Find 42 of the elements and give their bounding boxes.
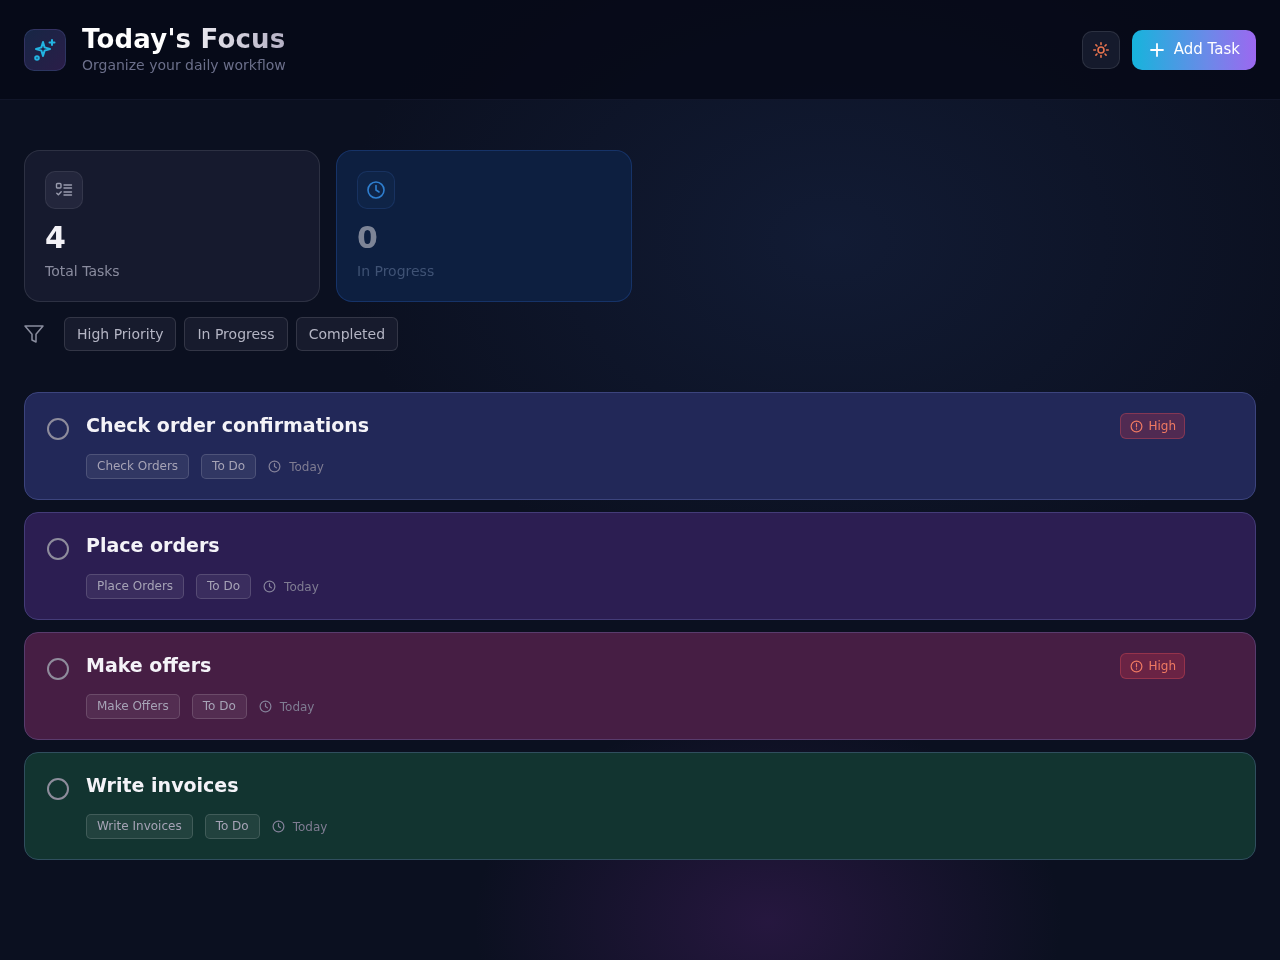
filter-button[interactable]: High Priority xyxy=(64,317,177,351)
filter-icon xyxy=(24,324,44,344)
clock-icon xyxy=(268,460,282,473)
task-title: Check order confirmations xyxy=(86,413,371,438)
clock-icon xyxy=(263,580,277,593)
checklist-icon xyxy=(45,171,83,209)
task-title: Place orders xyxy=(86,533,221,558)
task-checkbox[interactable] xyxy=(47,778,69,800)
due-date: Today xyxy=(279,698,315,716)
priority-text: High xyxy=(1148,418,1176,435)
sun-icon xyxy=(1092,41,1109,58)
plus-icon xyxy=(1149,42,1164,57)
priority-text: High xyxy=(1148,658,1176,675)
alert-icon xyxy=(1130,419,1144,433)
due-date: Today xyxy=(289,458,324,476)
category-tag: Write Invoices xyxy=(86,814,193,839)
category-tag: Make Offers xyxy=(86,694,180,719)
stat-label: Total Tasks xyxy=(45,262,121,281)
theme-toggle-button[interactable] xyxy=(1081,30,1120,69)
category-tag: Check Orders xyxy=(86,454,190,479)
sparkle-icon xyxy=(24,28,66,71)
due-date: Today xyxy=(284,578,319,596)
due-date: Today xyxy=(292,818,328,836)
task-checkbox[interactable] xyxy=(47,418,69,440)
status-tag: To Do xyxy=(196,574,252,599)
task-checkbox[interactable] xyxy=(47,538,69,560)
status-tag: To Do xyxy=(191,694,247,719)
stat-value: 4 xyxy=(45,220,67,256)
clock-icon xyxy=(258,700,272,713)
clock-icon xyxy=(357,171,395,209)
task-title: Make offers xyxy=(86,653,213,678)
alert-icon xyxy=(1130,659,1144,673)
task-title: Write invoices xyxy=(86,773,240,798)
status-tag: To Do xyxy=(201,454,257,479)
filter-button[interactable]: In Progress xyxy=(184,317,288,351)
stat-value: 0 xyxy=(357,220,379,256)
status-tag: To Do xyxy=(204,814,260,839)
app-subtitle: Organize your daily workflow xyxy=(82,56,286,75)
clock-icon xyxy=(271,820,285,833)
filter-button[interactable]: Completed xyxy=(295,317,399,351)
category-tag: Place Orders xyxy=(86,574,185,599)
task-checkbox[interactable] xyxy=(47,658,69,680)
